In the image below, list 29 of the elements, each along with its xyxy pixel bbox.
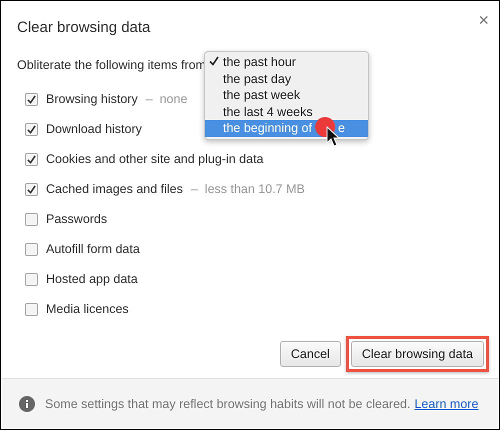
checkbox[interactable] [25,242,38,256]
footer-text: Some settings that may reflect browsing habits will not be cleared. Learn more [45,397,478,411]
info-icon [19,396,35,412]
checkbox-label: Browsing history [46,92,138,106]
checkbox[interactable] [25,182,38,196]
checkbox[interactable] [25,152,38,166]
checkbox-label: Cached images and files [46,182,183,196]
dropdown-option[interactable]: the past week [204,87,368,104]
checkbox[interactable] [25,92,38,106]
checkbox[interactable] [25,302,38,316]
item-note: – less than 10.7 MB [190,182,305,196]
checkbox-label: Media licences [46,302,129,316]
checkbox-label: Passwords [46,212,108,226]
dropdown-option[interactable]: the past hour [204,54,368,70]
checkbox[interactable] [25,272,38,286]
dialog-button[interactable]: Cancel [280,341,341,367]
dropdown-option[interactable]: the past day [204,70,368,87]
checkbox-label: Autofill form data [46,242,140,256]
checkbox[interactable] [25,212,38,226]
item-note: – none [146,92,188,106]
dropdown-option[interactable]: the last 4 weeks [204,104,368,120]
checkbox-label: Hosted app data [46,272,138,286]
dialog-title: Clear browsing data [17,19,150,36]
checkbox-label: Download history [46,122,142,136]
learn-more-link[interactable]: Learn more [414,397,478,411]
checkbox-label: Cookies and other site and plug-in data [46,152,264,166]
dialog-button[interactable]: Clear browsing data [350,341,484,367]
close-button[interactable]: × [478,11,489,29]
checkbox[interactable] [25,122,38,136]
